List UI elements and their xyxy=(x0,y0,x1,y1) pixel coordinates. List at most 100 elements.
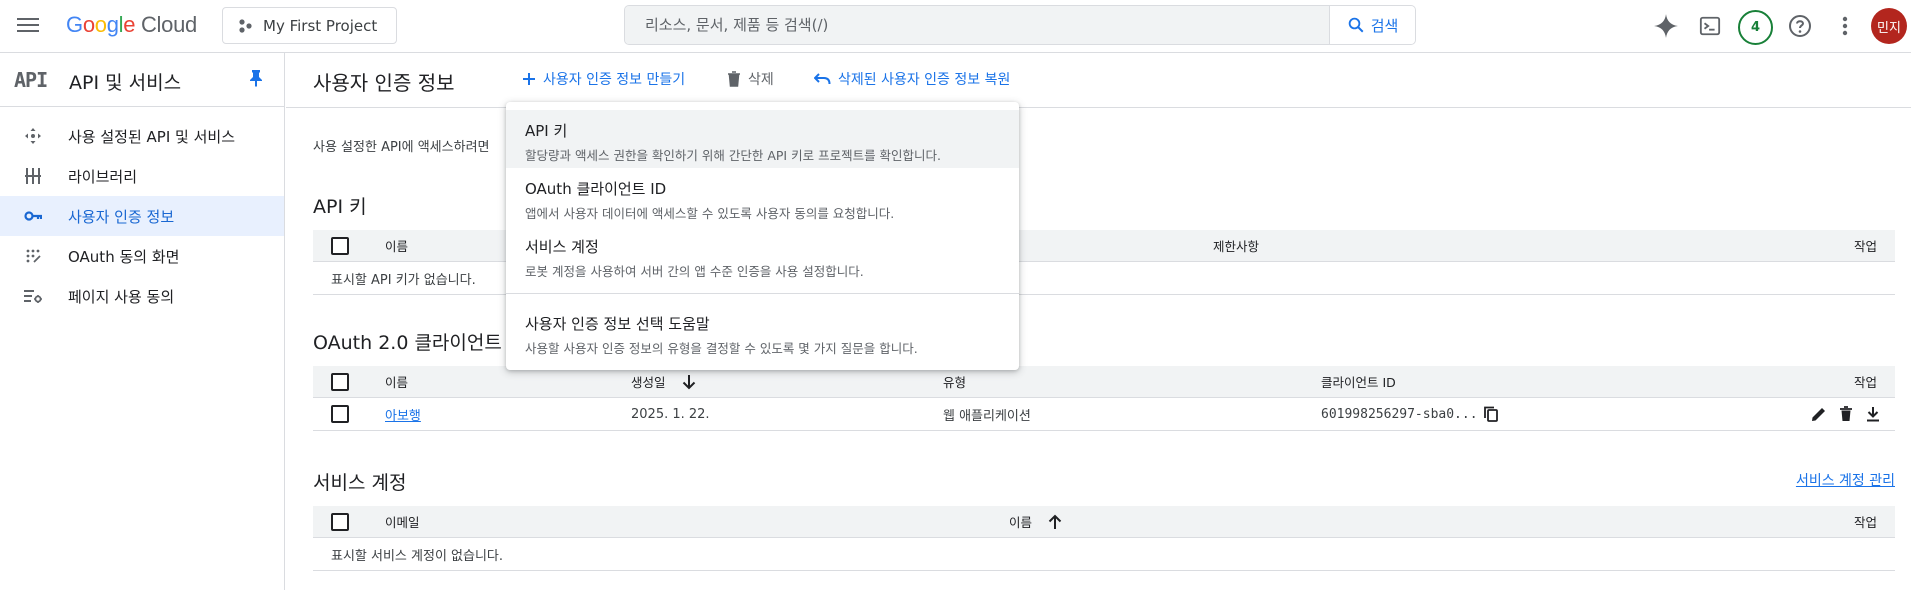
sidebar-item-label: 사용 설정된 API 및 서비스 xyxy=(68,127,236,146)
avatar[interactable]: 민지 xyxy=(1871,8,1907,44)
column-header: 작업 xyxy=(1853,239,1877,254)
project-picker-button[interactable]: My First Project xyxy=(222,7,397,44)
empty-message: 표시할 서비스 계정이 없습니다. xyxy=(331,548,504,564)
add-icon xyxy=(523,73,535,85)
column-header-name[interactable]: 이름 xyxy=(1009,506,1062,537)
service-accounts-title: 서비스 계정 xyxy=(313,472,407,494)
menu-item-title: OAuth 클라이언트 ID xyxy=(525,180,667,198)
menu-item-desc: 앱에서 사용자 데이터에 액세스할 수 있도록 사용자 동의를 요청합니다. xyxy=(525,206,895,221)
column-header-label: 생성일 xyxy=(631,375,666,390)
sidebar-item-label: 페이지 사용 동의 xyxy=(68,287,175,306)
select-all-checkbox[interactable] xyxy=(331,372,349,391)
undo-icon xyxy=(814,73,831,85)
column-header[interactable]: 이름 xyxy=(385,230,408,261)
client-type: 웹 애플리케이션 xyxy=(943,408,1031,424)
menu-item-credential-wizard[interactable]: 사용자 인증 정보 선택 도움말 사용할 사용자 인증 정보의 유형을 결정할 … xyxy=(506,304,1019,362)
edit-icon[interactable] xyxy=(1811,406,1827,422)
search-icon xyxy=(1348,17,1364,33)
create-credentials-menu: API 키 할당량과 액세스 권한을 확인하기 위해 간단한 API 키로 프로… xyxy=(506,102,1019,370)
sidebar-nav: 사용 설정된 API 및 서비스 라이브러리 사용자 인증 정보 OAuth 동… xyxy=(0,116,284,316)
menu-item-title: 서비스 계정 xyxy=(525,238,599,256)
create-credentials-button[interactable]: 사용자 인증 정보 만들기 xyxy=(522,69,685,89)
row-actions xyxy=(1811,398,1881,430)
menu-item-api-key[interactable]: API 키 할당량과 액세스 권한을 확인하기 위해 간단한 API 키로 프로… xyxy=(506,110,1019,168)
search-bar: 검색 xyxy=(624,5,1416,45)
search-button[interactable]: 검색 xyxy=(1329,6,1415,44)
select-all-checkbox[interactable] xyxy=(331,512,349,531)
client-name-link[interactable]: 아보행 xyxy=(385,405,421,424)
arrow-up-icon xyxy=(1048,514,1062,529)
sidebar-item-page-usage[interactable]: 페이지 사용 동의 xyxy=(0,276,284,316)
page-header: 사용자 인증 정보 사용자 인증 정보 만들기 삭제 삭제된 사용자 인증 정보… xyxy=(286,53,1911,107)
table-row: 아보행 2025. 1. 22. 웹 애플리케이션 601998256297-s… xyxy=(313,398,1895,431)
sidebar-header: API API 및 서비스 xyxy=(0,53,284,107)
key-icon xyxy=(24,207,42,225)
manage-link-label: 서비스 계정 관리 xyxy=(1795,473,1895,489)
sidebar: API API 및 서비스 사용 설정된 API 및 서비스 라이브러리 사용자… xyxy=(0,53,285,590)
trash-icon[interactable] xyxy=(1839,406,1853,422)
table-row: 표시할 서비스 계정이 없습니다. xyxy=(313,538,1895,571)
menu-item-title: API 키 xyxy=(525,122,568,140)
page-usage-icon xyxy=(24,287,42,305)
column-header[interactable]: 클라이언트 ID xyxy=(1321,366,1396,397)
intro-text: 사용 설정한 API에 액세스하려면 xyxy=(313,140,490,155)
sidebar-title: API 및 서비스 xyxy=(69,72,182,94)
search-button-label: 검색 xyxy=(1370,16,1399,35)
cloud-shell-icon[interactable] xyxy=(1696,12,1724,40)
column-header-created[interactable]: 생성일 xyxy=(631,366,696,397)
created-date: 2025. 1. 22. xyxy=(631,406,710,422)
project-icon xyxy=(239,18,252,33)
help-icon[interactable] xyxy=(1786,12,1814,40)
more-vert-icon[interactable] xyxy=(1831,12,1859,40)
sidebar-item-label: 라이브러리 xyxy=(68,167,138,186)
delete-button[interactable]: 삭제 xyxy=(727,69,774,89)
column-header[interactable]: 이름 xyxy=(385,366,408,397)
restore-label: 삭제된 사용자 인증 정보 복원 xyxy=(838,72,1011,88)
arrow-down-icon xyxy=(682,374,695,389)
empty-message: 표시할 API 키가 없습니다. xyxy=(331,272,476,288)
download-icon[interactable] xyxy=(1865,406,1881,422)
restore-credentials-button[interactable]: 삭제된 사용자 인증 정보 복원 xyxy=(814,69,1010,89)
menu-item-desc: 할당량과 액세스 권한을 확인하기 위해 간단한 API 키로 프로젝트를 확인… xyxy=(525,148,942,163)
sidebar-item-library[interactable]: 라이브러리 xyxy=(0,156,284,196)
menu-divider xyxy=(506,293,1019,294)
sidebar-item-credentials[interactable]: 사용자 인증 정보 xyxy=(0,196,284,236)
api-keys-title: API 키 xyxy=(313,196,367,218)
column-header[interactable]: 이메일 xyxy=(385,506,420,537)
manage-service-accounts-link[interactable]: 서비스 계정 관리 xyxy=(1796,470,1895,490)
sidebar-item-enabled-apis[interactable]: 사용 설정된 API 및 서비스 xyxy=(0,116,284,156)
library-icon xyxy=(24,167,42,185)
gemini-icon[interactable] xyxy=(1652,12,1680,40)
google-cloud-logo[interactable]: Google Cloud xyxy=(66,12,197,38)
select-all-checkbox[interactable] xyxy=(331,236,349,255)
sidebar-item-oauth-consent[interactable]: OAuth 동의 화면 xyxy=(0,236,284,276)
column-header: 작업 xyxy=(1853,375,1877,390)
oauth-clients-title: OAuth 2.0 클라이언트 xyxy=(313,332,502,354)
oauth-icon xyxy=(24,247,42,265)
trash-icon xyxy=(728,71,740,87)
client-id: 601998256297-sba0... xyxy=(1321,406,1478,422)
menu-item-service-account[interactable]: 서비스 계정 로봇 계정을 사용하여 서버 간의 앱 수준 인증을 사용 설정합… xyxy=(506,226,1019,284)
menu-icon[interactable] xyxy=(14,14,42,38)
menu-item-desc: 사용할 사용자 인증 정보의 유형을 결정할 수 있도록 몇 가지 질문을 합니… xyxy=(525,341,918,356)
client-id-cell: 601998256297-sba0... xyxy=(1321,398,1498,430)
notifications-badge[interactable]: 4 xyxy=(1738,10,1773,45)
menu-item-desc: 로봇 계정을 사용하여 서버 간의 앱 수준 인증을 사용 설정합니다. xyxy=(525,264,864,279)
column-header: 작업 xyxy=(1853,515,1877,530)
page-title: 사용자 인증 정보 xyxy=(313,71,455,95)
pin-icon[interactable] xyxy=(248,69,264,87)
menu-item-title: 사용자 인증 정보 선택 도움말 xyxy=(525,315,710,333)
logo-cloud-text: Cloud xyxy=(140,12,197,37)
project-name: My First Project xyxy=(263,16,378,35)
menu-item-oauth-client-id[interactable]: OAuth 클라이언트 ID 앱에서 사용자 데이터에 액세스할 수 있도록 사… xyxy=(506,168,1019,226)
row-checkbox[interactable] xyxy=(331,405,349,423)
api-logo: API xyxy=(14,68,48,92)
column-header[interactable]: 유형 xyxy=(943,366,966,397)
sidebar-item-label: 사용자 인증 정보 xyxy=(68,207,175,226)
search-input[interactable] xyxy=(625,6,1329,44)
sidebar-item-label: OAuth 동의 화면 xyxy=(68,247,180,266)
delete-label: 삭제 xyxy=(748,72,774,88)
table-header: 이메일 이름 작업 xyxy=(313,506,1895,538)
oauth-clients-table: 이름 생성일 유형 클라이언트 ID 작업 아보행 2025. 1. 22. 웹… xyxy=(313,366,1895,431)
copy-icon[interactable] xyxy=(1483,406,1498,422)
